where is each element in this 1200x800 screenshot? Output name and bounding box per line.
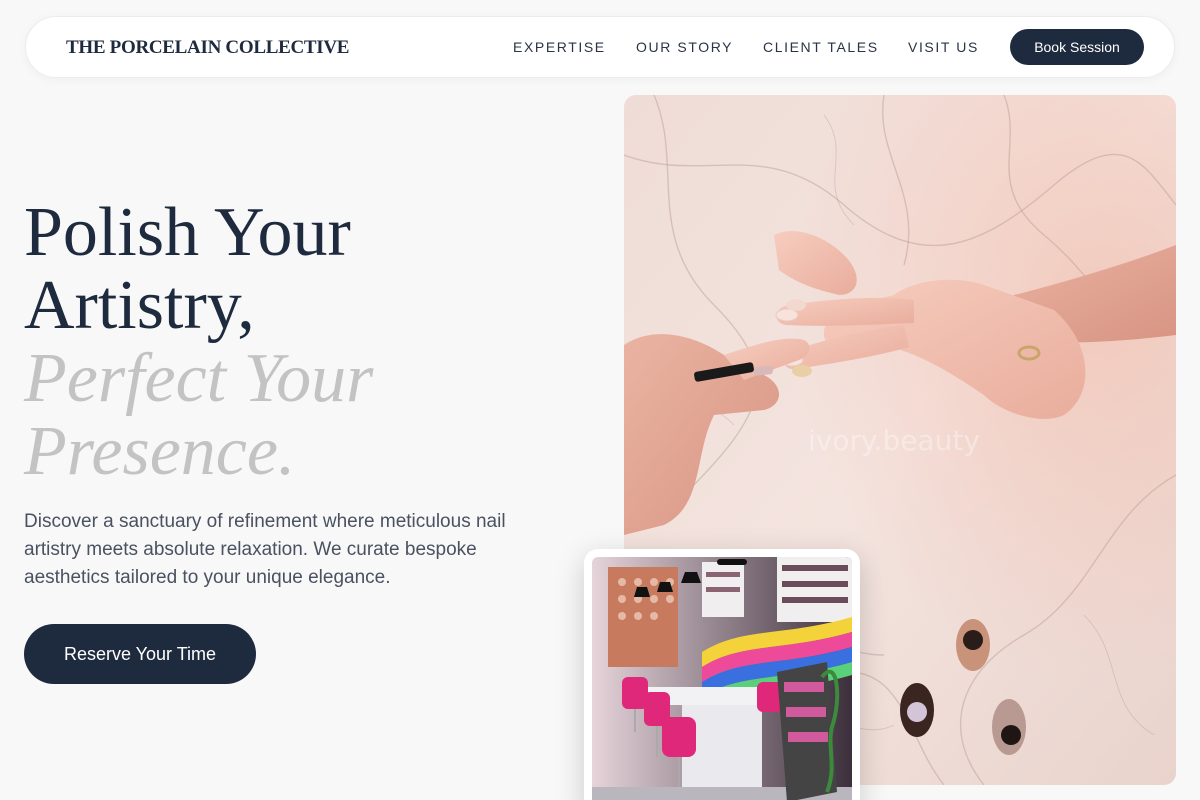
book-session-button[interactable]: Book Session bbox=[1010, 29, 1144, 65]
nav-link-expertise[interactable]: EXPERTISE bbox=[513, 39, 606, 55]
headline-line-1: Polish Your bbox=[24, 194, 351, 271]
hero-headline: Polish Your Artistry, Perfect Your Prese… bbox=[24, 196, 584, 488]
salon-interior-photo bbox=[592, 557, 852, 800]
brand-logo[interactable]: THE PORCELAIN COLLECTIVE bbox=[66, 37, 349, 59]
headline-line-3: Perfect Your bbox=[24, 340, 374, 417]
nav-link-visit-us[interactable]: VISIT US bbox=[908, 39, 979, 55]
salon-interior-card bbox=[584, 549, 860, 800]
headline-line-4: Presence. bbox=[24, 413, 296, 490]
photo-watermark: ivory.beauty bbox=[808, 424, 980, 457]
reserve-time-button[interactable]: Reserve Your Time bbox=[24, 624, 256, 684]
nav-link-our-story[interactable]: OUR STORY bbox=[636, 39, 733, 55]
nav-link-client-tales[interactable]: CLIENT TALES bbox=[763, 39, 879, 55]
headline-line-2: Artistry, bbox=[24, 267, 255, 344]
top-navigation: THE PORCELAIN COLLECTIVE EXPERTISE OUR S… bbox=[25, 16, 1175, 78]
hero-description: Discover a sanctuary of refinement where… bbox=[24, 511, 506, 588]
